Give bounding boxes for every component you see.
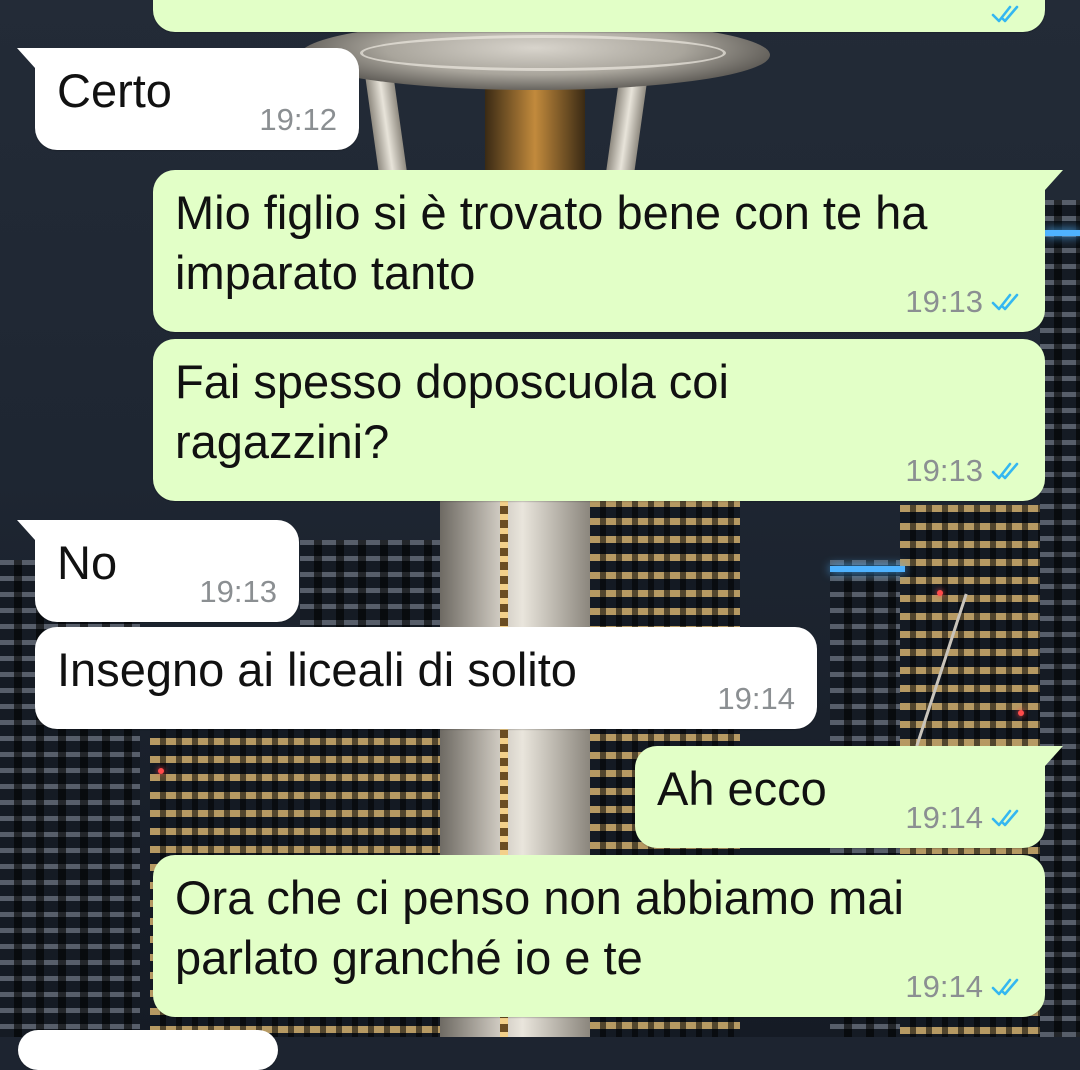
beacon-light [1018, 710, 1024, 716]
message-meta: 19:13 [905, 453, 1023, 489]
message-outgoing[interactable] [153, 0, 1045, 32]
building [1040, 200, 1080, 1037]
building-light [830, 566, 905, 572]
message-time: 19:13 [905, 284, 983, 319]
message-meta: 19:12 [259, 102, 337, 138]
message-time: 19:12 [259, 102, 337, 137]
double-check-icon [991, 5, 1019, 23]
tower-ring [360, 35, 726, 71]
message-text-line: imparato tanto [175, 246, 476, 299]
message-text-line: Fai spesso doposcuola coi [175, 355, 729, 408]
message-meta: 19:13 [905, 284, 1023, 320]
message-text: Insegno ai liceali di solito [57, 643, 577, 696]
message-outgoing[interactable]: Mio figlio si è trovato bene con te ha i… [153, 170, 1063, 332]
message-text-line: Ora che ci penso non abbiamo mai [175, 871, 904, 924]
message-incoming[interactable]: Insegno ai liceali di solito 19:14 [35, 627, 817, 729]
message-text-line: parlato granché io e te [175, 931, 643, 984]
double-check-icon [991, 809, 1019, 827]
message-outgoing[interactable]: Ah ecco 19:14 [635, 746, 1063, 848]
building-light [1045, 230, 1080, 236]
double-check-icon [991, 293, 1019, 311]
message-meta: 19:14 [905, 969, 1023, 1005]
message-text-line: Mio figlio si è trovato bene con te ha [175, 186, 928, 239]
message-incoming[interactable] [18, 1030, 278, 1070]
message-incoming[interactable]: Certo 19:12 [17, 48, 359, 150]
message-text-line: ragazzini? [175, 415, 390, 468]
message-outgoing[interactable]: Fai spesso doposcuola coi ragazzini? 19:… [153, 339, 1045, 501]
double-check-icon [991, 978, 1019, 996]
beacon-light [937, 590, 943, 596]
double-check-icon [991, 462, 1019, 480]
message-meta: 19:14 [905, 800, 1023, 836]
message-time: 19:13 [905, 453, 983, 488]
message-time: 19:14 [905, 800, 983, 835]
beacon-light [158, 768, 164, 774]
message-meta [991, 2, 1023, 26]
message-incoming[interactable]: No 19:13 [17, 520, 299, 622]
message-time: 19:13 [199, 574, 277, 609]
message-outgoing[interactable]: Ora che ci penso non abbiamo mai parlato… [153, 855, 1045, 1017]
message-time: 19:14 [905, 969, 983, 1004]
message-meta: 19:13 [199, 574, 277, 610]
message-meta: 19:14 [717, 681, 795, 717]
message-time: 19:14 [717, 681, 795, 716]
